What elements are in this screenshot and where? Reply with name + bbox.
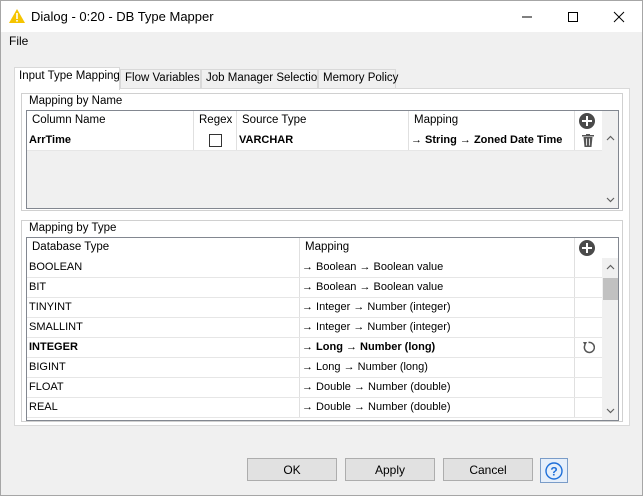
- database-type-cell[interactable]: REAL: [27, 398, 300, 417]
- scroll-down-icon[interactable]: [606, 195, 615, 204]
- table-row[interactable]: BIT → Boolean → Boolean value: [27, 278, 602, 298]
- regex-checkbox[interactable]: [209, 134, 222, 147]
- regex-cell: [194, 131, 237, 150]
- type-mapping-cell[interactable]: → Integer → Number (integer): [300, 318, 575, 337]
- close-icon: [613, 11, 625, 23]
- type-mapping-cell[interactable]: → Double → Number (double): [300, 378, 575, 397]
- maximize-icon: [568, 12, 578, 22]
- name-table-scrollbar[interactable]: [602, 131, 618, 208]
- table-row[interactable]: BOOLEAN → Boolean → Boolean value: [27, 258, 602, 278]
- table-header: Database Type Mapping: [27, 238, 602, 258]
- mapping-by-name-group: Mapping by Name Column Name Regex Source…: [21, 93, 623, 211]
- type-mapping-cell[interactable]: → Long → Number (long): [300, 358, 575, 377]
- database-type-cell[interactable]: BOOLEAN: [27, 258, 300, 277]
- row-action-cell: [575, 378, 602, 397]
- mapping-by-name-label: Mapping by Name: [29, 95, 123, 107]
- minimize-button[interactable]: [504, 1, 550, 32]
- column-name-cell[interactable]: ArrTime: [27, 131, 194, 150]
- type-mapping-cell[interactable]: → Boolean → Boolean value: [300, 278, 575, 297]
- mapping-by-type-group: Mapping by Type Database Type Mapping BO…: [21, 220, 623, 422]
- scroll-down-icon[interactable]: [606, 406, 615, 415]
- tab-job-manager-selection[interactable]: Job Manager Selection: [201, 69, 324, 89]
- database-type-cell[interactable]: BIGINT: [27, 358, 300, 377]
- database-type-cell[interactable]: SMALLINT: [27, 318, 300, 337]
- mapping-cell[interactable]: → String → Zoned Date Time: [409, 131, 575, 150]
- table-row[interactable]: INTEGER → Long → Number (long): [27, 338, 602, 358]
- scroll-up-icon[interactable]: [606, 134, 615, 143]
- apply-button[interactable]: Apply: [345, 458, 435, 481]
- type-mapping-cell[interactable]: → Long → Number (long): [300, 338, 575, 357]
- tab-flow-variables[interactable]: Flow Variables: [120, 69, 201, 89]
- header-column-name[interactable]: Column Name: [27, 111, 194, 131]
- database-type-cell[interactable]: TINYINT: [27, 298, 300, 317]
- maximize-button[interactable]: [550, 1, 596, 32]
- table-row[interactable]: SMALLINT → Integer → Number (integer): [27, 318, 602, 338]
- delete-cell: [575, 131, 602, 150]
- minimize-icon: [522, 16, 532, 18]
- table-row[interactable]: ArrTime VARCHAR → String → Zoned Date Ti…: [27, 131, 602, 151]
- row-action-cell: [575, 278, 602, 297]
- row-action-cell: [575, 398, 602, 417]
- header-add-cell: [575, 111, 602, 131]
- mapping-by-type-label: Mapping by Type: [29, 222, 117, 234]
- tab-memory-policy[interactable]: Memory Policy: [318, 69, 398, 89]
- ok-button[interactable]: OK: [247, 458, 337, 481]
- tab-input-type-mapping[interactable]: Input Type Mapping: [14, 67, 120, 90]
- header-mapping[interactable]: Mapping: [409, 111, 575, 131]
- header-regex[interactable]: Regex: [194, 111, 237, 131]
- tab-panel: Mapping by Name Column Name Regex Source…: [14, 88, 630, 426]
- header-type-mapping[interactable]: Mapping: [300, 238, 575, 258]
- row-action-cell: [575, 338, 602, 357]
- cancel-button[interactable]: Cancel: [443, 458, 533, 481]
- help-icon: ?: [545, 462, 563, 480]
- table-row[interactable]: FLOAT → Double → Number (double): [27, 378, 602, 398]
- reset-icon[interactable]: [582, 341, 595, 354]
- table-row[interactable]: BIGINT → Long → Number (long): [27, 358, 602, 378]
- scroll-up-icon[interactable]: [606, 263, 615, 272]
- trash-icon[interactable]: [582, 134, 594, 147]
- type-mapping-cell[interactable]: → Boolean → Boolean value: [300, 258, 575, 277]
- window-title: Dialog - 0:20 - DB Type Mapper: [31, 9, 214, 24]
- mapping-by-type-table: Database Type Mapping BOOLEAN → Boolean →…: [26, 237, 619, 421]
- knime-warning-icon: [9, 9, 25, 23]
- header-source-type[interactable]: Source Type: [237, 111, 409, 131]
- header-add-cell: [575, 238, 602, 258]
- dialog-window: Dialog - 0:20 - DB Type Mapper File Inpu…: [0, 0, 643, 496]
- help-button[interactable]: ?: [540, 458, 568, 483]
- menu-file[interactable]: File: [9, 34, 28, 48]
- database-type-cell[interactable]: BIT: [27, 278, 300, 297]
- row-action-cell: [575, 298, 602, 317]
- title-bar: Dialog - 0:20 - DB Type Mapper: [1, 1, 642, 32]
- row-action-cell: [575, 358, 602, 377]
- add-type-row-icon[interactable]: [579, 240, 595, 256]
- row-action-cell: [575, 318, 602, 337]
- table-row[interactable]: TINYINT → Integer → Number (integer): [27, 298, 602, 318]
- svg-text:?: ?: [550, 465, 557, 479]
- table-row[interactable]: REAL → Double → Number (double): [27, 398, 602, 418]
- table-header: Column Name Regex Source Type Mapping: [27, 111, 602, 131]
- row-action-cell: [575, 258, 602, 277]
- database-type-cell[interactable]: FLOAT: [27, 378, 300, 397]
- scroll-thumb[interactable]: [603, 278, 618, 300]
- database-type-cell[interactable]: INTEGER: [27, 338, 300, 357]
- menu-bar: File: [1, 32, 642, 52]
- type-table-scrollbar[interactable]: [602, 258, 618, 420]
- header-database-type[interactable]: Database Type: [27, 238, 300, 258]
- source-type-cell[interactable]: VARCHAR: [237, 131, 409, 150]
- add-row-icon[interactable]: [579, 113, 595, 129]
- close-button[interactable]: [596, 1, 642, 32]
- mapping-by-name-table: Column Name Regex Source Type Mapping Ar…: [26, 110, 619, 209]
- type-mapping-cell[interactable]: → Integer → Number (integer): [300, 298, 575, 317]
- type-mapping-cell[interactable]: → Double → Number (double): [300, 398, 575, 417]
